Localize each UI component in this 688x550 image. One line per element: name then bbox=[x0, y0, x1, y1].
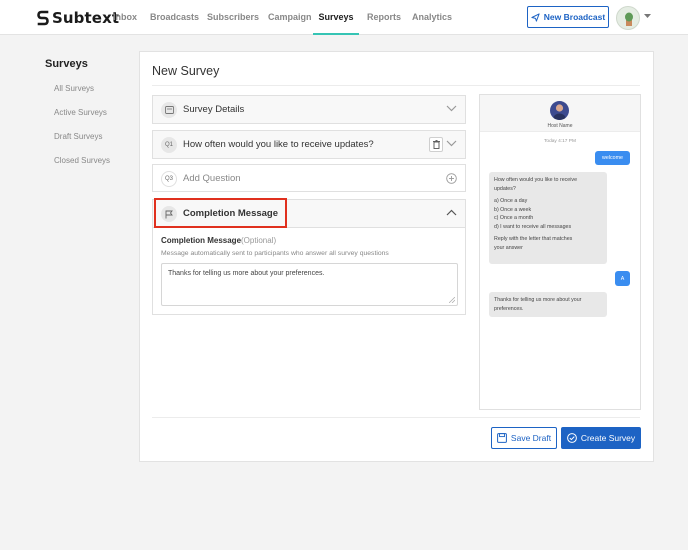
sidebar-item-draft-surveys[interactable]: Draft Surveys bbox=[54, 132, 102, 141]
outgoing-message: welcome bbox=[595, 151, 630, 165]
message-line: updates? bbox=[494, 185, 516, 192]
message-line: preferences. bbox=[494, 305, 524, 312]
subtext-logo-icon bbox=[37, 10, 49, 26]
completion-message-label: Completion Message bbox=[161, 236, 242, 245]
message-line: a) Once a day bbox=[494, 198, 528, 204]
user-avatar[interactable] bbox=[616, 6, 640, 30]
question-number-badge: Q3 bbox=[161, 171, 177, 187]
completion-help-text: Message automatically sent to participan… bbox=[161, 250, 389, 257]
sidebar-title: Surveys bbox=[45, 58, 88, 70]
completion-message-value: Thanks for telling us more about your pr… bbox=[168, 270, 325, 277]
nav-reports[interactable]: Reports bbox=[367, 0, 401, 35]
nav-surveys[interactable]: Surveys bbox=[313, 0, 359, 35]
question-label: How often would you like to receive upda… bbox=[183, 139, 374, 150]
chevron-down-icon[interactable] bbox=[644, 14, 651, 19]
message-line: Reply with the letter that matches bbox=[494, 236, 573, 242]
outgoing-message: A bbox=[615, 271, 630, 286]
create-survey-button[interactable]: Create Survey bbox=[561, 427, 641, 449]
question-number-badge: Q1 bbox=[161, 137, 177, 153]
save-icon bbox=[497, 433, 507, 443]
host-name: Host Name bbox=[547, 123, 573, 129]
new-broadcast-label: New Broadcast bbox=[543, 12, 606, 22]
preview-timestamp: Today 4:17 PM bbox=[544, 139, 576, 144]
survey-details-icon bbox=[161, 102, 177, 118]
message-line: c) Once a month bbox=[494, 215, 534, 221]
message-line: your answer bbox=[494, 244, 523, 251]
add-question-row[interactable]: Q3 Add Question bbox=[152, 164, 466, 192]
host-avatar bbox=[550, 101, 569, 120]
optional-label: (Optional) bbox=[241, 236, 277, 245]
survey-details-label: Survey Details bbox=[183, 104, 245, 115]
save-draft-label: Save Draft bbox=[510, 433, 552, 443]
avatar-plant-icon bbox=[625, 12, 633, 26]
check-circle-icon bbox=[566, 433, 577, 443]
incoming-message: How often would you like to receive upda… bbox=[489, 172, 607, 264]
divider bbox=[152, 417, 640, 418]
plus-circle-icon[interactable] bbox=[446, 173, 457, 184]
survey-details-row[interactable]: Survey Details bbox=[152, 95, 466, 124]
highlight-box bbox=[154, 198, 287, 228]
nav-broadcasts[interactable]: Broadcasts bbox=[150, 0, 199, 35]
send-icon bbox=[531, 12, 540, 22]
nav-campaign[interactable]: Campaign bbox=[268, 0, 312, 35]
message-line: Thanks for telling us more about your bbox=[494, 297, 582, 303]
nav-inbox[interactable]: Inbox bbox=[113, 0, 137, 35]
sidebar-item-all-surveys[interactable]: All Surveys bbox=[54, 84, 94, 93]
nav-subscribers[interactable]: Subscribers bbox=[207, 0, 259, 35]
chevron-down-icon[interactable] bbox=[446, 105, 457, 112]
page-title: New Survey bbox=[152, 64, 220, 78]
chevron-up-icon[interactable] bbox=[446, 209, 457, 216]
incoming-message: Thanks for telling us more about your pr… bbox=[489, 292, 607, 317]
top-nav-bar: Subtext Inbox Broadcasts Subscribers Cam… bbox=[0, 0, 688, 35]
brand-logo[interactable]: Subtext bbox=[37, 9, 119, 27]
sidebar-item-closed-surveys[interactable]: Closed Surveys bbox=[54, 156, 110, 165]
trash-icon bbox=[432, 140, 440, 149]
chevron-down-icon[interactable] bbox=[446, 140, 457, 147]
new-broadcast-button[interactable]: New Broadcast bbox=[527, 6, 609, 28]
add-question-label: Add Question bbox=[183, 173, 241, 184]
save-draft-button[interactable]: Save Draft bbox=[491, 427, 557, 449]
divider bbox=[152, 85, 640, 86]
brand-name: Subtext bbox=[52, 9, 120, 27]
delete-question-button[interactable] bbox=[429, 137, 443, 152]
question-row[interactable]: Q1 How often would you like to receive u… bbox=[152, 130, 466, 159]
message-line: d) I want to receive all messages bbox=[494, 223, 572, 230]
resize-handle-icon[interactable] bbox=[449, 297, 455, 303]
message-line: b) Once a week bbox=[494, 206, 532, 213]
message-line: How often would you like to receive bbox=[494, 177, 578, 183]
create-survey-label: Create Survey bbox=[580, 433, 636, 443]
sidebar-item-active-surveys[interactable]: Active Surveys bbox=[54, 108, 107, 117]
nav-analytics[interactable]: Analytics bbox=[412, 0, 452, 35]
